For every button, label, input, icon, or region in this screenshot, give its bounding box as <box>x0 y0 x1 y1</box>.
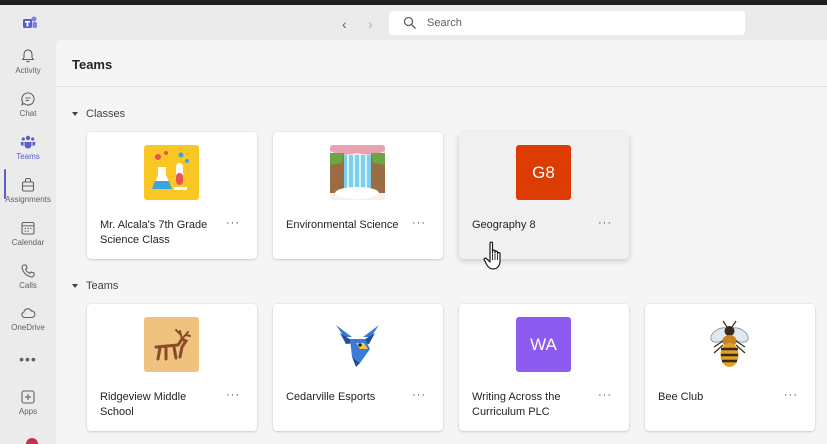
team-card[interactable]: Cedarville Esports ··· <box>273 304 443 431</box>
rail-label-chat: Chat <box>19 109 37 118</box>
page-header: Teams <box>56 40 827 87</box>
collapse-caret-icon <box>72 112 78 116</box>
teams-logo-icon[interactable] <box>22 15 38 31</box>
waterfall-icon <box>330 145 385 200</box>
rail-label-activity: Activity <box>15 66 41 75</box>
cave-deer-icon <box>144 317 199 372</box>
forward-icon[interactable]: › <box>368 17 373 31</box>
team-name: Bee Club <box>658 391 704 403</box>
assignments-icon <box>21 177 35 192</box>
app-rail: Activity Chat Teams Assignments Calendar… <box>0 40 56 444</box>
rail-item-calls[interactable]: Calls <box>0 263 56 305</box>
team-card[interactable]: G8 Geography 8 ··· <box>459 132 629 259</box>
team-name: Writing Across the Curriculum PLC <box>472 391 561 418</box>
rail-item-teams[interactable]: Teams <box>0 134 56 176</box>
team-name: Ridgeview Middle School <box>100 391 187 418</box>
more-options-icon[interactable]: ··· <box>412 218 426 229</box>
rail-label-assignments: Assignments <box>5 195 51 204</box>
search-box[interactable] <box>389 11 745 35</box>
team-name: Environmental Science <box>286 219 399 231</box>
phone-icon <box>21 264 35 278</box>
teams-section-label: Teams <box>86 280 119 292</box>
classes-section-toggle[interactable]: Classes <box>72 108 125 120</box>
notification-dot <box>26 438 38 444</box>
rail-item-activity[interactable]: Activity <box>0 48 56 90</box>
rail-label-apps: Apps <box>18 407 38 416</box>
main-content: Teams Classes Mr. Alcala's 7th Grade Sci… <box>56 40 827 444</box>
team-card[interactable]: Bee Club ··· <box>645 304 815 431</box>
more-apps-icon[interactable]: ••• <box>0 351 56 367</box>
more-options-icon[interactable]: ··· <box>226 390 240 401</box>
bee-icon <box>702 317 757 372</box>
more-options-icon[interactable]: ··· <box>598 218 612 229</box>
back-icon[interactable]: ‹ <box>342 17 347 31</box>
more-options-icon[interactable]: ··· <box>412 390 426 401</box>
team-initials-avatar: G8 <box>516 145 571 200</box>
team-name: Mr. Alcala's 7th Grade Science Class <box>100 219 208 246</box>
rail-item-apps[interactable]: Apps <box>0 389 56 431</box>
rail-item-onedrive[interactable]: OneDrive <box>0 305 56 347</box>
team-card[interactable]: Mr. Alcala's 7th Grade Science Class ··· <box>87 132 257 259</box>
rail-item-chat[interactable]: Chat <box>0 91 56 133</box>
bell-icon <box>21 49 35 63</box>
add-app-icon <box>21 390 35 404</box>
search-input[interactable] <box>427 11 727 35</box>
more-options-icon[interactable]: ··· <box>226 218 240 229</box>
science-flask-icon <box>144 145 199 200</box>
more-options-icon[interactable]: ··· <box>784 390 798 401</box>
calendar-icon <box>21 221 35 235</box>
cloud-icon <box>21 308 36 319</box>
team-name: Geography 8 <box>472 219 536 231</box>
rail-item-calendar[interactable]: Calendar <box>0 220 56 262</box>
rail-label-teams: Teams <box>16 152 40 161</box>
page-title: Teams <box>72 57 113 72</box>
team-initials-avatar: WA <box>516 317 571 372</box>
team-card[interactable]: Environmental Science ··· <box>273 132 443 259</box>
classes-section-label: Classes <box>86 108 126 120</box>
eagle-mascot-icon <box>330 317 385 372</box>
team-name: Cedarville Esports <box>286 391 376 403</box>
chat-icon <box>21 92 35 106</box>
search-icon <box>403 16 416 29</box>
teams-section-toggle[interactable]: Teams <box>72 280 118 292</box>
team-card[interactable]: WA Writing Across the Curriculum PLC ··· <box>459 304 629 431</box>
rail-label-calls: Calls <box>19 281 37 290</box>
hand-cursor-icon <box>483 241 501 270</box>
teams-icon <box>20 135 36 149</box>
more-options-icon[interactable]: ··· <box>598 390 612 401</box>
rail-item-assignments[interactable]: Assignments <box>0 177 56 219</box>
rail-label-calendar: Calendar <box>11 238 45 247</box>
rail-label-onedrive: OneDrive <box>11 323 45 332</box>
teams-window: ‹ › Activity Chat <box>0 0 827 444</box>
collapse-caret-icon <box>72 284 78 288</box>
title-bar: ‹ › <box>0 5 827 40</box>
team-card[interactable]: Ridgeview Middle School ··· <box>87 304 257 431</box>
